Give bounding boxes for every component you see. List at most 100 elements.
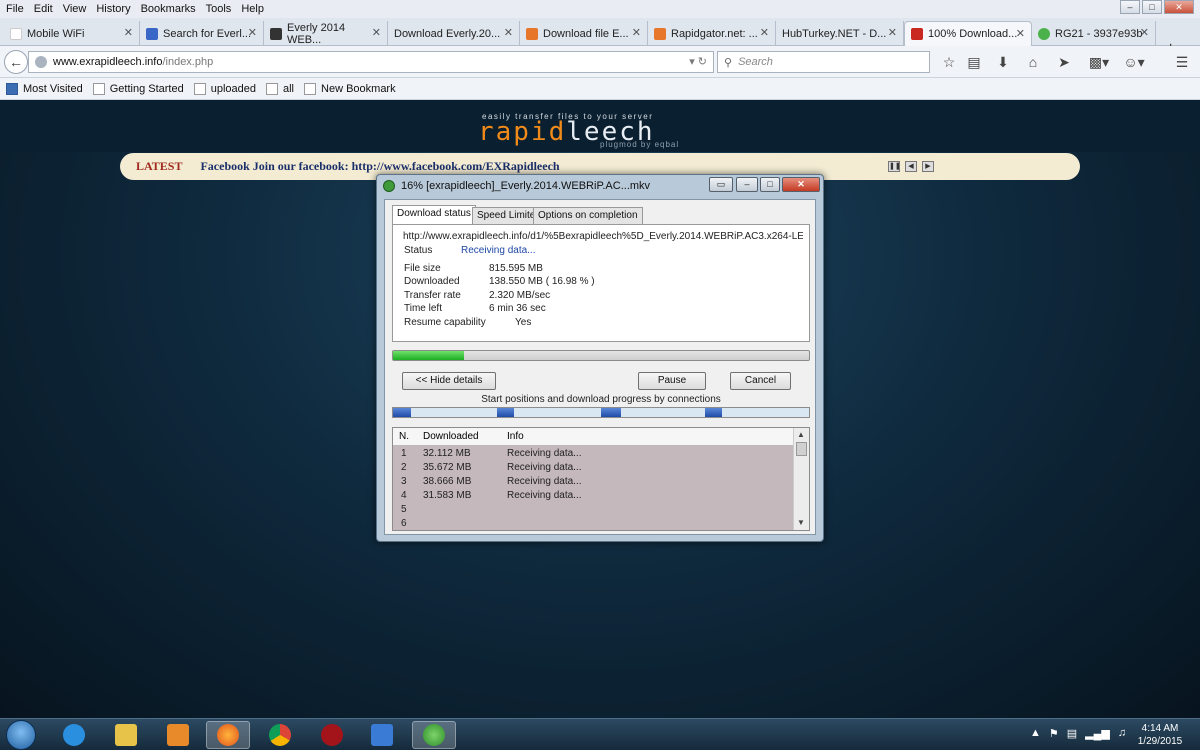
close-icon[interactable]: ✕ — [124, 26, 133, 39]
close-icon[interactable]: ✕ — [888, 26, 897, 39]
status-value: Receiving data... — [461, 245, 536, 256]
download-progress-bar — [392, 350, 810, 361]
star-icon[interactable]: ☆ — [941, 54, 957, 70]
next-icon[interactable]: ▶ — [922, 161, 934, 172]
logo-rapid: rapid — [478, 117, 567, 147]
scroll-up-icon[interactable]: ▲ — [797, 430, 805, 439]
tab-hubturkey[interactable]: HubTurkey.NET - D... ✕ — [776, 21, 904, 46]
rapidgator-icon — [526, 27, 538, 40]
download-icon[interactable]: ⬇ — [995, 54, 1011, 70]
menu-tools[interactable]: Tools — [201, 3, 237, 15]
table-row[interactable]: 6 — [393, 518, 795, 530]
tab-rg21[interactable]: RG21 - 3937e93b ✕ — [1032, 21, 1156, 46]
network-icon[interactable]: ▤ — [1067, 727, 1077, 740]
ticker-link[interactable]: Facebook Join our facebook: http://www.f… — [200, 159, 559, 174]
tab-100-download[interactable]: 100% Download... ✕ — [904, 21, 1032, 46]
bookmark-most-visited[interactable]: Most Visited — [6, 82, 83, 95]
firefox-icon[interactable] — [206, 721, 250, 749]
cancel-button[interactable]: Cancel — [730, 372, 791, 390]
signal-icon[interactable]: ▂▄▆ — [1085, 727, 1110, 740]
scroll-thumb[interactable] — [796, 442, 807, 456]
hide-details-button[interactable]: << Hide details — [402, 372, 496, 390]
close-icon[interactable]: ✕ — [1016, 27, 1025, 40]
table-row[interactable]: 4 31.583 MB Receiving data... — [393, 490, 795, 504]
tab-label: 100% Download... — [928, 28, 1018, 40]
maximize-icon[interactable]: □ — [760, 177, 780, 192]
table-row[interactable]: 2 35.672 MB Receiving data... — [393, 462, 795, 476]
show-hidden-icons-icon[interactable]: ▲ — [1030, 727, 1041, 740]
cheat-engine-icon[interactable] — [310, 721, 354, 749]
bookmark-new[interactable]: New Bookmark — [304, 82, 396, 95]
column-info[interactable]: Info — [507, 431, 524, 442]
close-icon[interactable]: ✕ — [1164, 0, 1194, 14]
file-explorer-icon[interactable] — [104, 721, 148, 749]
close-icon[interactable]: ✕ — [248, 26, 257, 39]
media-player-icon[interactable] — [156, 721, 200, 749]
globe-icon — [35, 56, 47, 68]
row-downloaded: 31.583 MB — [423, 490, 472, 501]
url-bar[interactable]: www.exrapidleech.info /index.php ▾ ↻ — [28, 51, 714, 73]
chrome-icon[interactable] — [258, 721, 302, 749]
close-icon[interactable]: ✕ — [504, 26, 513, 39]
menu-file[interactable]: File — [0, 3, 29, 15]
download-manager-icon[interactable] — [412, 721, 456, 749]
reload-icon[interactable]: ▾ ↻ — [689, 55, 707, 68]
hamburger-menu-icon[interactable]: ☰ — [1174, 54, 1190, 70]
flag-icon[interactable]: ⚑ — [1049, 727, 1059, 740]
clipboard-icon[interactable]: ▤ — [966, 54, 982, 70]
table-scrollbar[interactable]: ▲ ▼ — [793, 428, 809, 530]
menu-bookmarks[interactable]: Bookmarks — [136, 3, 201, 15]
send-icon[interactable]: ➤ — [1056, 54, 1072, 70]
smiley-icon[interactable]: ☺▾ — [1123, 54, 1145, 70]
menu-history[interactable]: History — [91, 3, 135, 15]
minimize-icon[interactable]: – — [1120, 0, 1140, 14]
maximize-icon[interactable]: □ — [1142, 0, 1162, 14]
internet-explorer-icon[interactable] — [52, 721, 96, 749]
table-row[interactable]: 1 32.112 MB Receiving data... — [393, 448, 795, 462]
addon-icon[interactable]: ▩▾ — [1088, 54, 1110, 70]
tab-options-on-completion[interactable]: Options on completion — [533, 207, 643, 224]
minimize-icon[interactable]: – — [736, 177, 758, 192]
table-row[interactable]: 5 — [393, 504, 795, 518]
table-header: N. Downloaded Info — [393, 428, 795, 446]
tab-mobile-wifi[interactable]: Mobile WiFi ✕ — [4, 21, 140, 46]
tab-download-status[interactable]: Download status — [392, 205, 476, 225]
column-n[interactable]: N. — [399, 431, 409, 442]
bookmark-all[interactable]: all — [266, 82, 294, 95]
close-icon[interactable]: ✕ — [632, 26, 641, 39]
volume-icon[interactable]: ♫ — [1118, 727, 1126, 740]
bookmark-getting-started[interactable]: Getting Started — [92, 82, 184, 95]
bookmark-uploaded[interactable]: uploaded — [193, 82, 256, 95]
tab-download-everly[interactable]: Download Everly.20... ✕ — [388, 21, 520, 46]
close-icon[interactable]: ✕ — [372, 26, 381, 39]
column-downloaded[interactable]: Downloaded — [423, 431, 479, 442]
home-icon[interactable]: ⌂ — [1025, 54, 1041, 70]
tab-rapidgator[interactable]: Rapidgator.net: ... ✕ — [648, 21, 776, 46]
pause-icon[interactable]: ❚❚ — [888, 161, 901, 172]
menu-view[interactable]: View — [58, 3, 92, 15]
start-button-icon[interactable] — [6, 720, 36, 750]
status-panel: http://www.exrapidleech.info/d1/%5Bexrap… — [392, 224, 810, 342]
close-icon[interactable]: ✕ — [782, 177, 820, 192]
previous-icon[interactable]: ◀ — [905, 161, 917, 172]
scroll-down-icon[interactable]: ▼ — [797, 518, 805, 527]
tab-download-file[interactable]: Download file E... ✕ — [520, 21, 648, 46]
close-icon[interactable]: ✕ — [760, 26, 769, 39]
tab-search-everly[interactable]: Search for Everl... ✕ — [140, 21, 264, 46]
table-row[interactable]: 3 38.666 MB Receiving data... — [393, 476, 795, 490]
menu-help[interactable]: Help — [236, 3, 269, 15]
tab-everly-web[interactable]: Everly 2014 WEB... ✕ — [264, 21, 388, 46]
close-icon[interactable]: ✕ — [1140, 26, 1149, 39]
time-left-value: 6 min 36 sec — [489, 303, 546, 314]
clock[interactable]: 4:14 AM 1/29/2015 — [1128, 722, 1192, 748]
virtualbox-icon[interactable] — [360, 721, 404, 749]
pause-button[interactable]: Pause — [638, 372, 706, 390]
dialog-body: Download status Speed Limiter Options on… — [384, 199, 816, 535]
tray-icon[interactable]: ▭ — [709, 177, 733, 192]
transfer-rate-label: Transfer rate — [404, 290, 461, 301]
back-arrow-icon[interactable]: ← — [4, 50, 28, 74]
search-input[interactable]: ⚲ Search — [717, 51, 930, 73]
menu-edit[interactable]: Edit — [29, 3, 58, 15]
row-number: 6 — [401, 518, 407, 529]
url-host: www.exrapidleech.info — [53, 56, 163, 68]
